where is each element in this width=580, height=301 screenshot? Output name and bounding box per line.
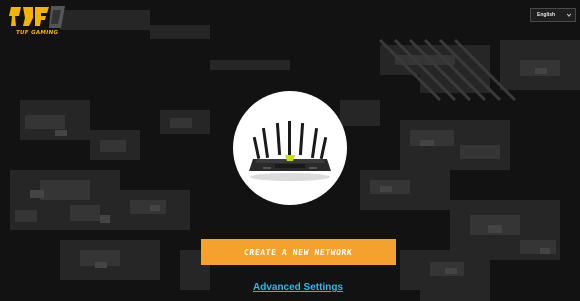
- tuf-emblem-icon: [9, 6, 65, 28]
- tuf-gaming-logo: TUF GAMING: [3, 4, 69, 48]
- create-new-network-button[interactable]: CREATE A NEW NETWORK: [201, 239, 396, 265]
- create-new-network-label: CREATE A NEW NETWORK: [243, 247, 354, 257]
- setup-screen: TUF GAMING English CREATE A NEW NETWORK: [0, 0, 580, 301]
- chevron-down-icon: [566, 13, 572, 17]
- router-image: [249, 121, 331, 181]
- language-select[interactable]: English: [530, 8, 576, 22]
- advanced-settings-link[interactable]: Advanced Settings: [240, 282, 356, 293]
- logo-text: TUF GAMING: [15, 30, 59, 36]
- router-image-frame: [233, 91, 347, 205]
- language-select-value: English: [537, 12, 556, 18]
